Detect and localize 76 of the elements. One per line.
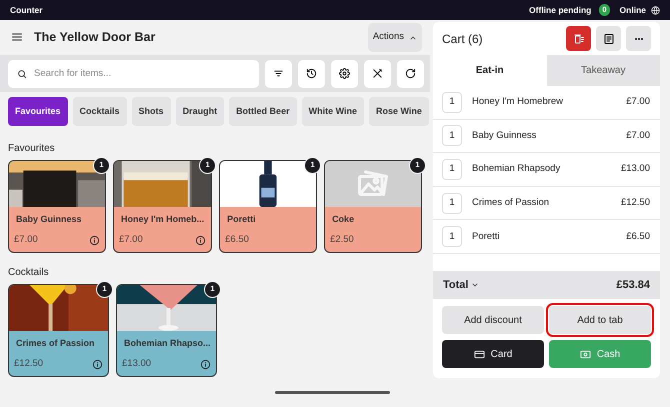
info-button[interactable] xyxy=(92,358,103,370)
note-button[interactable] xyxy=(596,26,621,51)
cart-item-name: Crimes of Passion xyxy=(472,196,550,210)
order-type-tab[interactable]: Eat-in xyxy=(433,55,546,86)
product-price: £12.50 xyxy=(14,357,44,371)
category-tab[interactable]: Cocktails xyxy=(72,97,127,126)
product-name: Crimes of Passion xyxy=(15,336,96,350)
settings-icon xyxy=(339,68,350,79)
credit-card-icon xyxy=(474,348,485,360)
category-tab[interactable]: Rose Wine xyxy=(369,97,429,126)
filter-button[interactable] xyxy=(265,60,292,88)
product-price: £7.00 xyxy=(14,233,38,247)
venue-title: The Yellow Door Bar xyxy=(34,29,156,46)
cart-item-price: £7.00 xyxy=(626,128,650,143)
info-icon xyxy=(195,234,206,246)
product-name: Poretti xyxy=(226,212,257,226)
product-name: Honey I'm Homeb... xyxy=(120,212,206,226)
search-icon xyxy=(17,68,27,78)
online-label: Online xyxy=(620,4,646,16)
banknote-icon xyxy=(580,348,591,360)
product-name: Baby Guinness xyxy=(15,212,83,226)
menu-icon xyxy=(10,31,24,44)
offline-pending-label: Offline pending xyxy=(529,4,592,16)
cart-item-name: Baby Guinness xyxy=(472,128,536,143)
product-price: £7.00 xyxy=(118,233,143,247)
category-tab[interactable]: White Wine xyxy=(302,97,364,126)
quantity-field[interactable]: 1 xyxy=(442,226,462,248)
action-button[interactable]: Add discount xyxy=(442,306,544,334)
filter-icon xyxy=(273,68,284,79)
quantity-field[interactable]: 1 xyxy=(442,192,462,214)
product-price: £13.00 xyxy=(122,357,152,371)
device-label: Counter xyxy=(10,4,43,16)
cutlery-button[interactable] xyxy=(364,60,391,88)
product-price: £6.50 xyxy=(225,233,249,247)
info-button[interactable] xyxy=(195,234,206,246)
product-name: Coke xyxy=(331,212,356,226)
cart-item-price: £6.50 xyxy=(626,230,650,244)
category-tab[interactable]: Favourites xyxy=(8,97,68,126)
action-button[interactable]: Add to tab xyxy=(549,306,651,334)
history-icon xyxy=(306,68,317,79)
info-icon xyxy=(88,234,100,246)
total-toggle[interactable]: Total xyxy=(443,276,479,294)
refresh-button[interactable] xyxy=(397,60,424,88)
category-tab[interactable]: Shots xyxy=(132,97,171,126)
cart-item-price: £13.00 xyxy=(620,162,650,176)
quantity-field[interactable]: 1 xyxy=(442,125,462,146)
cart-item-name: Poretti xyxy=(472,230,500,244)
cup-icon xyxy=(572,32,584,44)
section-heading: Favourites xyxy=(8,142,56,156)
product-name: Bohemian Rhapso... xyxy=(123,336,212,350)
info-button[interactable] xyxy=(88,234,100,246)
clear-cart-button[interactable] xyxy=(566,26,591,51)
quantity-field[interactable]: 1 xyxy=(442,92,462,113)
refresh-icon xyxy=(405,68,416,79)
info-icon xyxy=(92,358,103,370)
chevron-down-icon xyxy=(470,281,479,289)
cart-item-name: Honey I'm Homebrew xyxy=(472,95,564,110)
info-icon xyxy=(200,358,211,370)
search-field[interactable]: Search for items... xyxy=(8,60,259,88)
cart-item-price: £7.00 xyxy=(626,95,650,110)
globe-icon xyxy=(651,6,660,14)
note-icon xyxy=(602,32,614,44)
section-heading: Cocktails xyxy=(8,266,50,280)
actions-button[interactable]: Actions xyxy=(368,23,422,52)
total-amount: £53.84 xyxy=(616,278,650,293)
card-payment-button[interactable]: Card xyxy=(442,340,544,368)
history-button[interactable] xyxy=(298,60,325,88)
cart-item-price: £12.50 xyxy=(620,196,650,210)
info-button[interactable] xyxy=(200,358,211,370)
quantity-field[interactable]: 1 xyxy=(442,158,462,180)
product-price: £2.50 xyxy=(330,233,354,247)
category-tab[interactable]: Bottled Beer xyxy=(229,97,297,126)
settings-button[interactable] xyxy=(331,60,358,88)
category-tab[interactable]: Draught xyxy=(176,97,224,126)
cart-title: Cart (6) xyxy=(442,30,483,48)
cart-item-name: Bohemian Rhapsody xyxy=(472,162,560,176)
